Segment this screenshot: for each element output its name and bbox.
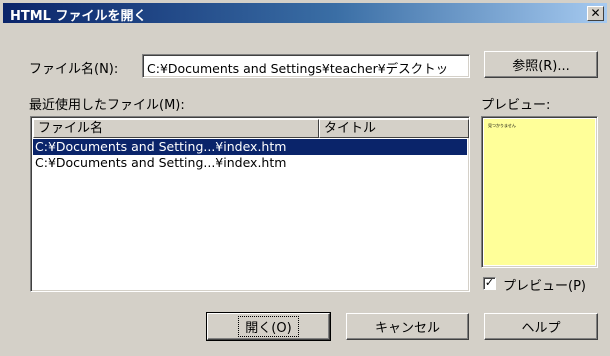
browse-button[interactable]: 参照(R)...: [484, 51, 598, 78]
list-header: ファイル名 タイトル: [33, 119, 469, 138]
help-button-label: ヘルプ: [521, 321, 561, 336]
close-icon: ✕: [590, 6, 601, 20]
open-button-label: 開く(O): [238, 316, 299, 337]
close-button[interactable]: ✕: [587, 6, 604, 21]
list-item-filename: C:¥Documents and Setting...¥index.htm: [35, 155, 287, 170]
filename-input[interactable]: C:¥Documents and Settings¥teacher¥デスクトッ: [142, 54, 470, 78]
title-bar: HTML ファイルを開く ✕: [0, 0, 610, 26]
preview-label: プレビュー:: [481, 98, 551, 113]
window-title: HTML ファイルを開く: [10, 9, 147, 24]
cancel-button[interactable]: キャンセル: [346, 313, 469, 340]
checkmark-icon: ✓: [484, 276, 495, 289]
preview-checkbox[interactable]: ✓: [483, 277, 496, 290]
title-bar-gradient: HTML ファイルを開く ✕: [3, 3, 607, 24]
browse-button-label: 参照(R)...: [512, 59, 570, 74]
help-button[interactable]: ヘルプ: [484, 313, 598, 340]
preview-checkbox-label[interactable]: プレビュー(P): [503, 275, 586, 294]
list-item-filename: C:¥Documents and Setting...¥index.htm: [35, 139, 287, 154]
list-item[interactable]: C:¥Documents and Setting...¥index.htm: [33, 155, 286, 171]
column-header-title[interactable]: タイトル: [319, 119, 469, 138]
preview-thumbnail-text: 見つかりません: [488, 123, 516, 128]
open-button[interactable]: 開く(O): [206, 312, 331, 341]
recent-files-label: 最近使用したファイル(M):: [29, 98, 185, 113]
cancel-button-label: キャンセル: [374, 321, 440, 336]
filename-label: ファイル名(N):: [29, 62, 119, 77]
recent-files-list[interactable]: ファイル名 タイトル C:¥Documents and Setting...¥i…: [30, 116, 470, 292]
list-item[interactable]: C:¥Documents and Setting...¥index.htm: [33, 139, 467, 155]
preview-thumbnail: 見つかりません: [484, 119, 595, 265]
preview-pane: 見つかりません: [481, 116, 598, 268]
column-header-filename[interactable]: ファイル名: [33, 119, 319, 138]
